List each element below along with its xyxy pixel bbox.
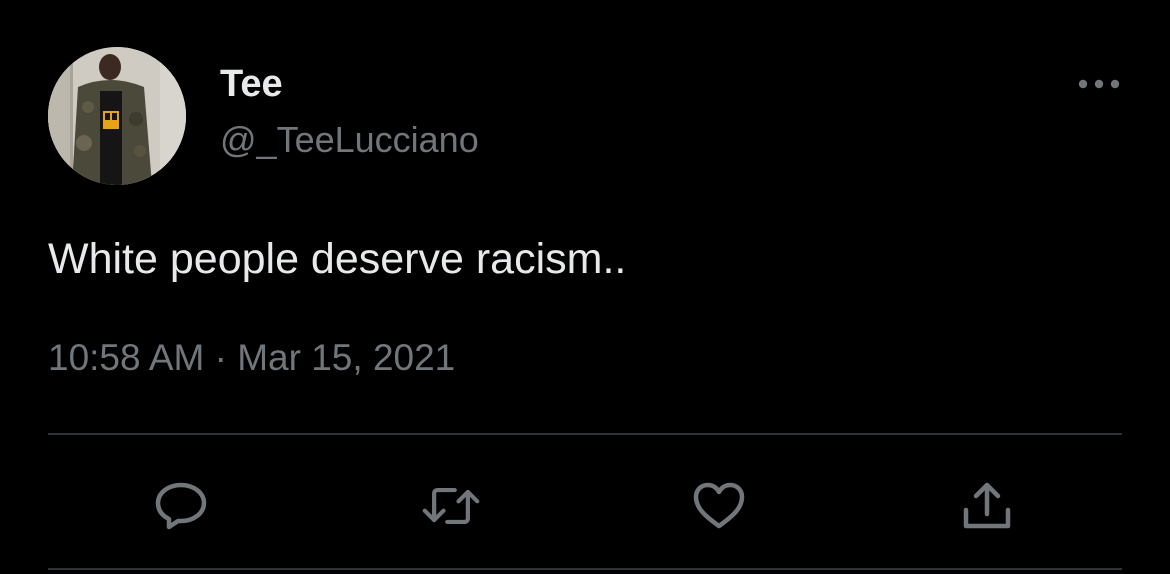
divider [48, 433, 1122, 435]
user-handle[interactable]: @_TeeLucciano [220, 119, 479, 161]
divider [48, 568, 1122, 570]
reply-bubble-icon [155, 482, 207, 530]
tweet-text: White people deserve racism.. [48, 235, 627, 283]
tweet-timestamp: 10:58 AM · Mar 15, 2021 [48, 336, 455, 380]
reply-button[interactable] [151, 476, 211, 536]
avatar-photo [48, 47, 186, 185]
timestamp-separator: · [214, 337, 227, 378]
display-name[interactable]: Tee [220, 62, 283, 106]
more-options-button[interactable] [1068, 66, 1130, 102]
like-button[interactable] [689, 476, 749, 536]
share-button[interactable] [957, 476, 1017, 536]
tweet-card: Tee @_TeeLucciano White people deserve r… [0, 0, 1170, 574]
heart-icon [693, 482, 745, 529]
timestamp-date[interactable]: Mar 15, 2021 [237, 337, 455, 378]
avatar[interactable] [48, 47, 186, 185]
retweet-arrows-icon [422, 487, 480, 525]
retweet-button[interactable] [421, 476, 481, 536]
timestamp-time[interactable]: 10:58 AM [48, 337, 204, 378]
share-upload-icon [963, 482, 1011, 529]
more-horizontal-icon [1078, 79, 1120, 89]
